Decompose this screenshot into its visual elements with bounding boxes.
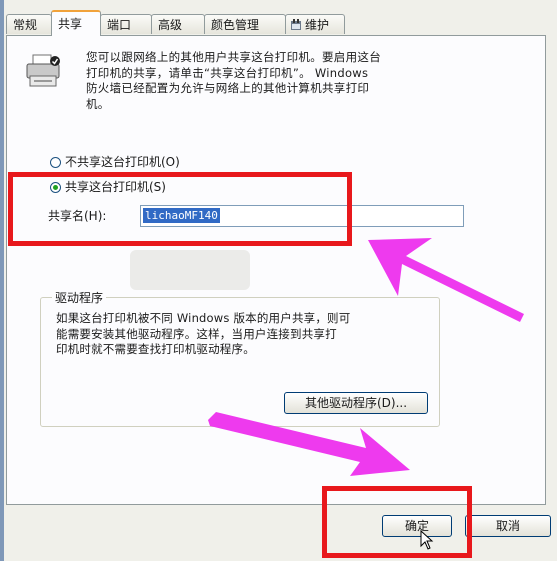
tab-sharing[interactable]: 共享 [51, 10, 101, 36]
annotation-arrows [208, 238, 524, 476]
